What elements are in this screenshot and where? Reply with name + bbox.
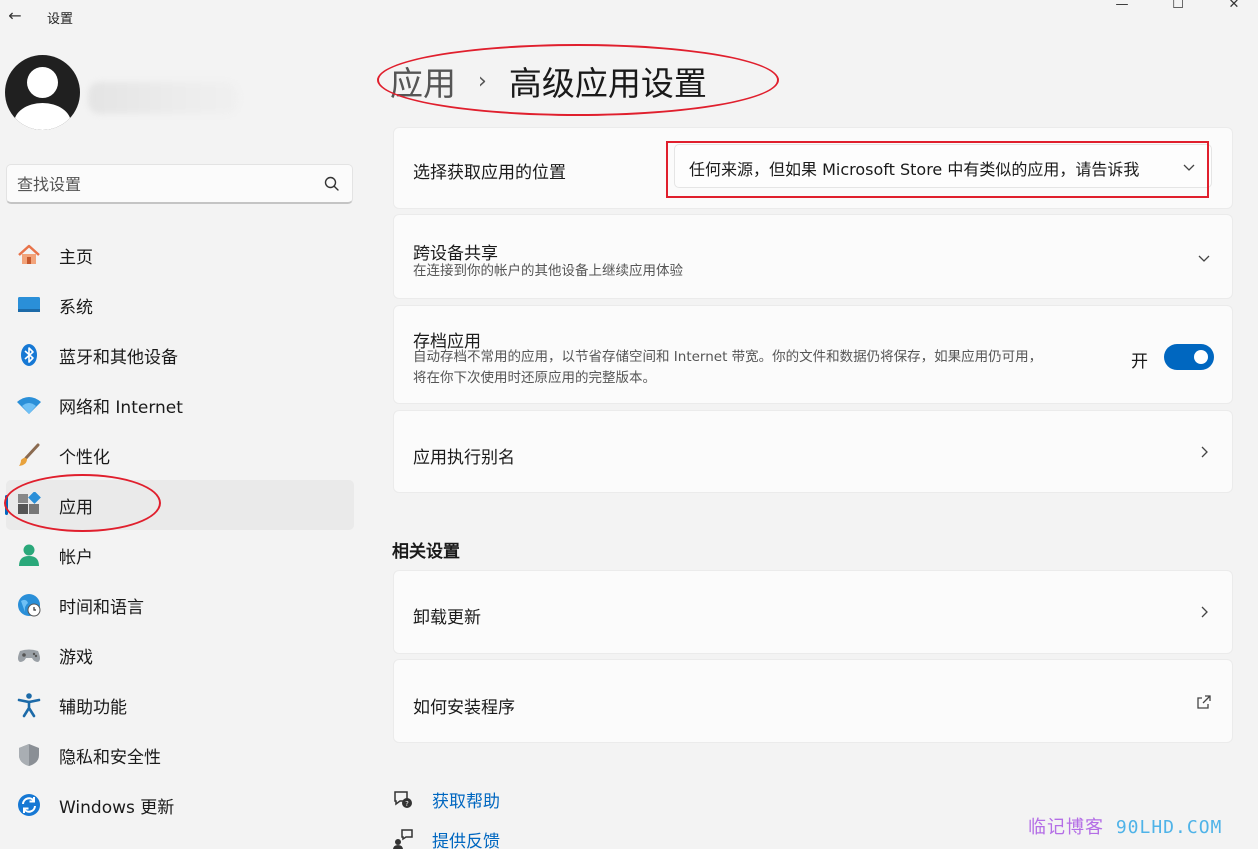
wifi-icon xyxy=(16,392,42,418)
setting-title: 如何安装程序 xyxy=(413,698,515,718)
avatar-head xyxy=(27,67,58,98)
bluetooth-icon xyxy=(16,342,42,368)
sidebar-item-label: 蓝牙和其他设备 xyxy=(59,347,178,368)
search-input[interactable] xyxy=(17,173,307,195)
get-help-link[interactable]: ? 获取帮助 xyxy=(392,786,500,812)
title-bar: ← 设置 — ☐ ✕ xyxy=(0,0,1258,34)
sidebar-item-label: 主页 xyxy=(59,247,93,268)
setting-description: 在连接到你的帐户的其他设备上继续应用体验 xyxy=(413,263,683,279)
shield-icon xyxy=(16,742,42,768)
sidebar-item-home[interactable]: 主页 xyxy=(6,230,354,280)
watermark-en: 90LHD.COM xyxy=(1104,817,1223,838)
setting-archive-apps: 存档应用 自动存档不常用的应用，以节省存储空间和 Internet 带宽。你的文… xyxy=(393,305,1233,404)
system-icon xyxy=(16,292,42,318)
watermark: 临记博客 90LHD.COM xyxy=(1028,813,1222,839)
get-help-text[interactable]: 获取帮助 xyxy=(432,787,500,812)
page-title: 高级应用设置 xyxy=(508,64,707,103)
setting-cross-device[interactable]: 跨设备共享 在连接到你的帐户的其他设备上继续应用体验 xyxy=(393,214,1233,299)
setting-description-line2: 将在你下次使用时还原应用的完整版本。 xyxy=(413,370,656,386)
watermark-cn: 临记博客 xyxy=(1028,817,1104,838)
setting-title: 卸载更新 xyxy=(413,608,481,628)
breadcrumb: 应用 › 高级应用设置 xyxy=(390,58,707,104)
back-button[interactable]: ← xyxy=(6,6,24,26)
external-link-icon xyxy=(1197,695,1211,709)
minimize-button[interactable]: — xyxy=(1099,0,1145,16)
sidebar-item-label: 隐私和安全性 xyxy=(59,747,161,768)
setting-description-line1: 自动存档不常用的应用，以节省存储空间和 Internet 带宽。你的文件和数据仍… xyxy=(413,349,1043,365)
home-icon xyxy=(16,242,42,268)
svg-text:?: ? xyxy=(405,800,409,808)
feedback-icon xyxy=(393,829,413,849)
setting-how-to-install[interactable]: 如何安装程序 xyxy=(393,659,1233,743)
feedback-text[interactable]: 提供反馈 xyxy=(432,827,500,849)
brush-icon xyxy=(16,442,42,468)
avatar-body xyxy=(14,103,71,130)
blurred-user-name xyxy=(88,82,238,114)
dropdown-value: 任何来源，但如果 Microsoft Store 中有类似的应用，请告诉我 xyxy=(689,160,1140,179)
breadcrumb-separator-icon: › xyxy=(478,68,487,94)
sidebar-item-system[interactable]: 系统 xyxy=(6,280,354,330)
feedback-link[interactable]: 提供反馈 xyxy=(392,826,500,849)
related-settings-heading: 相关设置 xyxy=(392,542,460,562)
sidebar-item-accessibility[interactable]: 辅助功能 xyxy=(6,680,354,730)
search-icon[interactable] xyxy=(323,175,341,193)
search-box[interactable] xyxy=(6,164,353,204)
sidebar-item-label: 辅助功能 xyxy=(59,697,127,718)
sidebar-item-windows-update[interactable]: Windows 更新 xyxy=(6,780,354,830)
sidebar-item-label: 个性化 xyxy=(59,447,110,468)
update-icon xyxy=(16,792,42,818)
sidebar-item-gaming[interactable]: 游戏 xyxy=(6,630,354,680)
setting-app-aliases[interactable]: 应用执行别名 xyxy=(393,410,1233,493)
app-source-dropdown[interactable]: 任何来源，但如果 Microsoft Store 中有类似的应用，请告诉我 xyxy=(674,144,1212,188)
sidebar-item-bluetooth[interactable]: 蓝牙和其他设备 xyxy=(6,330,354,380)
chevron-right-icon xyxy=(1201,606,1208,618)
toggle-knob xyxy=(1194,350,1208,364)
account-icon xyxy=(16,542,42,568)
breadcrumb-parent-apps[interactable]: 应用 xyxy=(390,57,456,105)
sidebar-nav: 主页 系统 蓝牙和其他设备 网络和 Internet 个性化 应用 帐户 时间和… xyxy=(5,230,354,830)
gamepad-icon xyxy=(16,642,42,668)
accessibility-icon xyxy=(16,692,42,718)
sidebar-item-accounts[interactable]: 帐户 xyxy=(6,530,354,580)
chevron-down-icon xyxy=(1183,164,1195,171)
sidebar-item-label: Windows 更新 xyxy=(59,797,175,818)
setting-title: 应用执行别名 xyxy=(413,448,515,468)
sidebar-item-label: 系统 xyxy=(59,297,93,318)
avatar[interactable] xyxy=(5,55,80,130)
sidebar-item-label: 应用 xyxy=(59,497,93,518)
chevron-right-icon xyxy=(1201,446,1208,458)
sidebar-item-label: 时间和语言 xyxy=(59,597,144,618)
archive-apps-toggle[interactable] xyxy=(1164,344,1214,370)
window-title: 设置 xyxy=(47,12,74,27)
toggle-state-label: 开 xyxy=(1131,352,1148,372)
chevron-down-icon[interactable] xyxy=(1196,250,1212,266)
setting-title: 选择获取应用的位置 xyxy=(413,163,566,183)
maximize-button[interactable]: ☐ xyxy=(1155,0,1201,16)
sidebar-item-label: 游戏 xyxy=(59,647,93,668)
time-language-icon xyxy=(16,592,42,618)
apps-icon xyxy=(16,492,42,518)
sidebar-item-privacy[interactable]: 隐私和安全性 xyxy=(6,730,354,780)
sidebar-item-network[interactable]: 网络和 Internet xyxy=(6,380,354,430)
setting-app-source: 选择获取应用的位置 任何来源，但如果 Microsoft Store 中有类似的… xyxy=(393,127,1233,209)
sidebar-item-apps[interactable]: 应用 xyxy=(5,480,354,530)
sidebar-item-time-language[interactable]: 时间和语言 xyxy=(6,580,354,630)
close-button[interactable]: ✕ xyxy=(1211,0,1257,16)
sidebar-item-personalization[interactable]: 个性化 xyxy=(6,430,354,480)
setting-uninstall-updates[interactable]: 卸载更新 xyxy=(393,570,1233,654)
sidebar-item-label: 帐户 xyxy=(59,547,93,568)
help-icon: ? xyxy=(394,791,412,808)
sidebar-item-label: 网络和 Internet xyxy=(59,397,183,418)
